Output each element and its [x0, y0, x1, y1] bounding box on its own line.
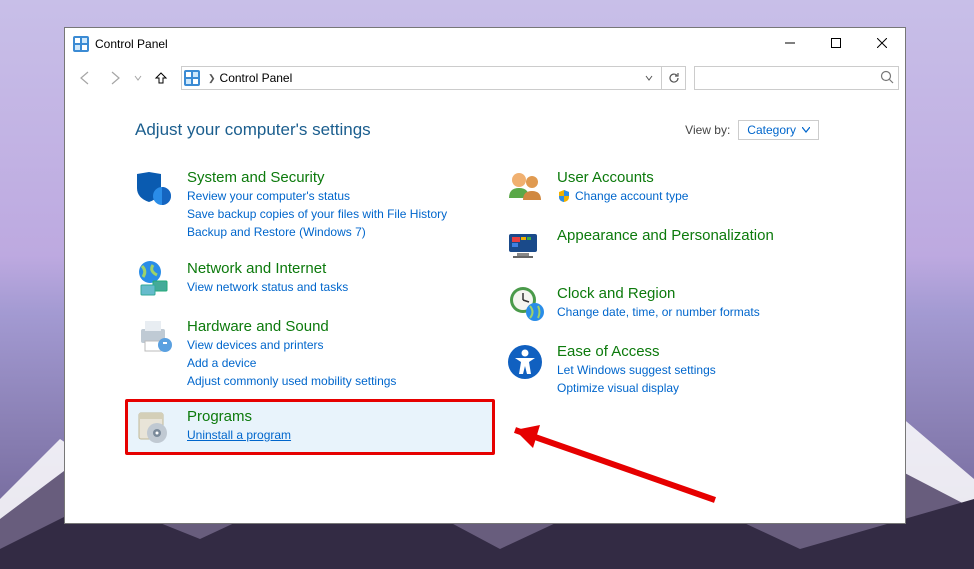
maximize-button[interactable] [813, 28, 859, 58]
category-title[interactable]: System and Security [187, 169, 447, 186]
category-title[interactable]: User Accounts [557, 169, 688, 186]
back-button[interactable] [71, 64, 99, 92]
category-title[interactable]: Ease of Access [557, 343, 716, 360]
users-icon [505, 168, 545, 208]
forward-button[interactable] [101, 64, 129, 92]
category-link[interactable]: Optimize visual display [557, 380, 716, 396]
search-input[interactable] [695, 67, 898, 89]
category-user-accounts[interactable]: User Accounts Change account type [505, 168, 825, 208]
category-link[interactable]: Save backup copies of your files with Fi… [187, 206, 447, 222]
chevron-right-icon[interactable]: ❯ [208, 73, 216, 84]
control-panel-icon [184, 70, 200, 86]
viewby-value: Category [747, 123, 796, 137]
viewby-label: View by: [685, 123, 730, 137]
address-dropdown-button[interactable] [637, 67, 661, 89]
clock-icon [505, 284, 545, 324]
recent-locations-button[interactable] [131, 64, 145, 92]
category-link[interactable]: View network status and tasks [187, 279, 348, 295]
shield-icon [135, 168, 175, 208]
address-bar[interactable]: ❯ Control Panel [181, 66, 686, 90]
minimize-button[interactable] [767, 28, 813, 58]
category-clock-region[interactable]: Clock and Region Change date, time, or n… [505, 284, 825, 324]
category-title[interactable]: Programs [187, 408, 291, 425]
category-link[interactable]: Adjust commonly used mobility settings [187, 373, 396, 389]
monitor-icon [505, 226, 545, 266]
category-link[interactable]: Add a device [187, 355, 396, 371]
shield-icon [557, 189, 571, 203]
category-appearance[interactable]: Appearance and Personalization [505, 226, 825, 266]
globe-icon [135, 259, 175, 299]
category-link[interactable]: View devices and printers [187, 337, 396, 353]
content-area: Adjust your computer's settings View by:… [65, 96, 905, 447]
navbar: ❯ Control Panel [65, 60, 905, 96]
refresh-button[interactable] [661, 67, 685, 89]
programs-icon [135, 407, 175, 447]
viewby-select[interactable]: Category [738, 120, 819, 140]
breadcrumb[interactable]: Control Panel [220, 71, 293, 85]
category-programs[interactable]: Programs Uninstall a program [125, 399, 495, 455]
up-button[interactable] [147, 64, 175, 92]
chevron-down-icon [802, 127, 810, 133]
category-network-internet[interactable]: Network and Internet View network status… [135, 259, 485, 299]
window-title: Control Panel [95, 37, 168, 51]
category-title[interactable]: Clock and Region [557, 285, 760, 302]
titlebar: Control Panel [65, 28, 905, 60]
category-title[interactable]: Appearance and Personalization [557, 227, 774, 244]
category-link[interactable]: Let Windows suggest settings [557, 362, 716, 378]
category-link[interactable]: Review your computer's status [187, 188, 447, 204]
category-hardware-sound[interactable]: Hardware and Sound View devices and prin… [135, 317, 485, 390]
accessibility-icon [505, 342, 545, 382]
category-link[interactable]: Uninstall a program [187, 427, 291, 443]
category-link[interactable]: Change date, time, or number formats [557, 304, 760, 320]
control-panel-window: Control Panel [64, 27, 906, 524]
category-title[interactable]: Hardware and Sound [187, 318, 396, 335]
category-title[interactable]: Network and Internet [187, 260, 348, 277]
search-icon [880, 70, 894, 84]
search-box[interactable] [694, 66, 899, 90]
category-system-security[interactable]: System and Security Review your computer… [135, 168, 485, 241]
category-link[interactable]: Backup and Restore (Windows 7) [187, 224, 447, 240]
category-ease-of-access[interactable]: Ease of Access Let Windows suggest setti… [505, 342, 825, 396]
page-heading: Adjust your computer's settings [135, 120, 371, 140]
close-button[interactable] [859, 28, 905, 58]
category-link[interactable]: Change account type [557, 188, 688, 204]
control-panel-icon [73, 36, 89, 52]
printer-icon [135, 317, 175, 357]
